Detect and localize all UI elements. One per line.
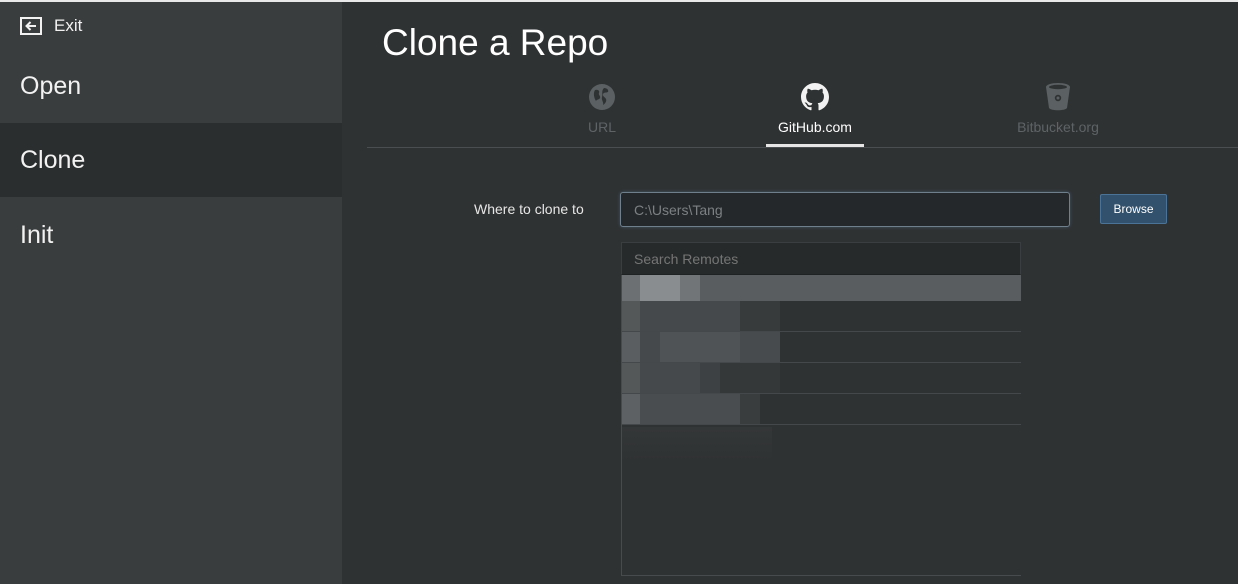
list-item[interactable] [622, 394, 1021, 425]
search-remotes-input[interactable] [621, 242, 1021, 275]
tab-github[interactable]: GitHub.com [766, 80, 864, 146]
sidebar: Exit Open Clone Init [0, 2, 342, 584]
sidebar-item-init[interactable]: Init [0, 199, 342, 271]
tab-bitbucket-label: Bitbucket.org [1017, 119, 1099, 135]
redacted-text [680, 275, 700, 301]
redacted-text [622, 332, 640, 362]
list-item[interactable] [622, 332, 1021, 363]
sidebar-item-label: Init [20, 220, 54, 249]
redacted-text [622, 427, 772, 461]
remote-repo-list [621, 275, 1021, 576]
bitbucket-icon [1045, 82, 1071, 112]
list-item[interactable] [622, 363, 1021, 394]
clone-destination-label: Where to clone to [474, 201, 584, 217]
page-title: Clone a Repo [382, 22, 609, 63]
main-panel: Clone a Repo URL GitHub.com Bitbucket.or… [342, 2, 1238, 584]
redacted-text [622, 301, 640, 331]
redacted-text [720, 363, 780, 393]
tab-url[interactable]: URL [571, 80, 633, 146]
app-window: Exit Open Clone Init Clone a Repo URL Gi… [0, 0, 1238, 584]
tabs-divider [367, 147, 1238, 148]
redacted-text [660, 332, 740, 362]
redacted-text [622, 363, 640, 393]
redacted-text [640, 332, 660, 362]
browse-button[interactable]: Browse [1100, 194, 1167, 224]
tab-bitbucket[interactable]: Bitbucket.org [1004, 80, 1112, 146]
github-icon [801, 82, 829, 112]
list-item[interactable] [622, 275, 1021, 301]
redacted-text [640, 301, 740, 331]
redacted-text [640, 363, 700, 393]
sidebar-item-open[interactable]: Open [0, 50, 342, 122]
tab-github-label: GitHub.com [778, 119, 852, 135]
redacted-text [740, 394, 760, 424]
globe-icon [588, 82, 616, 112]
redacted-text [622, 275, 640, 301]
sidebar-item-clone[interactable]: Clone [0, 123, 342, 197]
redacted-text [740, 301, 780, 331]
redacted-text [740, 332, 780, 362]
exit-icon [20, 16, 46, 36]
exit-button[interactable]: Exit [20, 14, 82, 38]
sidebar-item-label: Clone [20, 145, 86, 174]
sidebar-item-label: Open [20, 71, 82, 100]
redacted-text [700, 363, 720, 393]
redacted-text [640, 275, 680, 301]
clone-path-input[interactable] [620, 192, 1070, 227]
list-item[interactable] [622, 301, 1021, 332]
redacted-text [622, 394, 640, 424]
exit-label: Exit [54, 16, 83, 35]
redacted-text [640, 394, 740, 424]
tab-url-label: URL [587, 119, 616, 135]
